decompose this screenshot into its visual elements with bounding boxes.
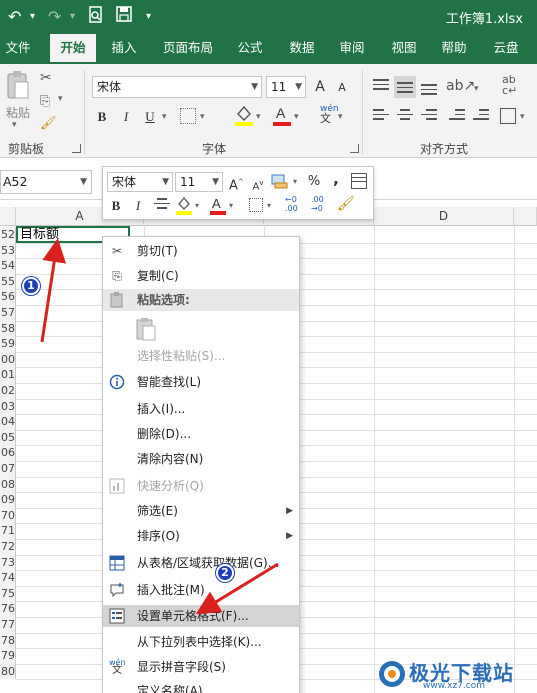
arrow-to-cell [40, 238, 67, 343]
step-badge-2: 2 [216, 564, 234, 582]
annotation-arrows [40, 238, 279, 615]
watermark-logo: 极光下载站 www.xz7.com [371, 655, 531, 691]
watermark-icon [379, 661, 405, 687]
step-badge-1: 1 [22, 277, 40, 295]
watermark-url: www.xz7.com [423, 681, 485, 691]
